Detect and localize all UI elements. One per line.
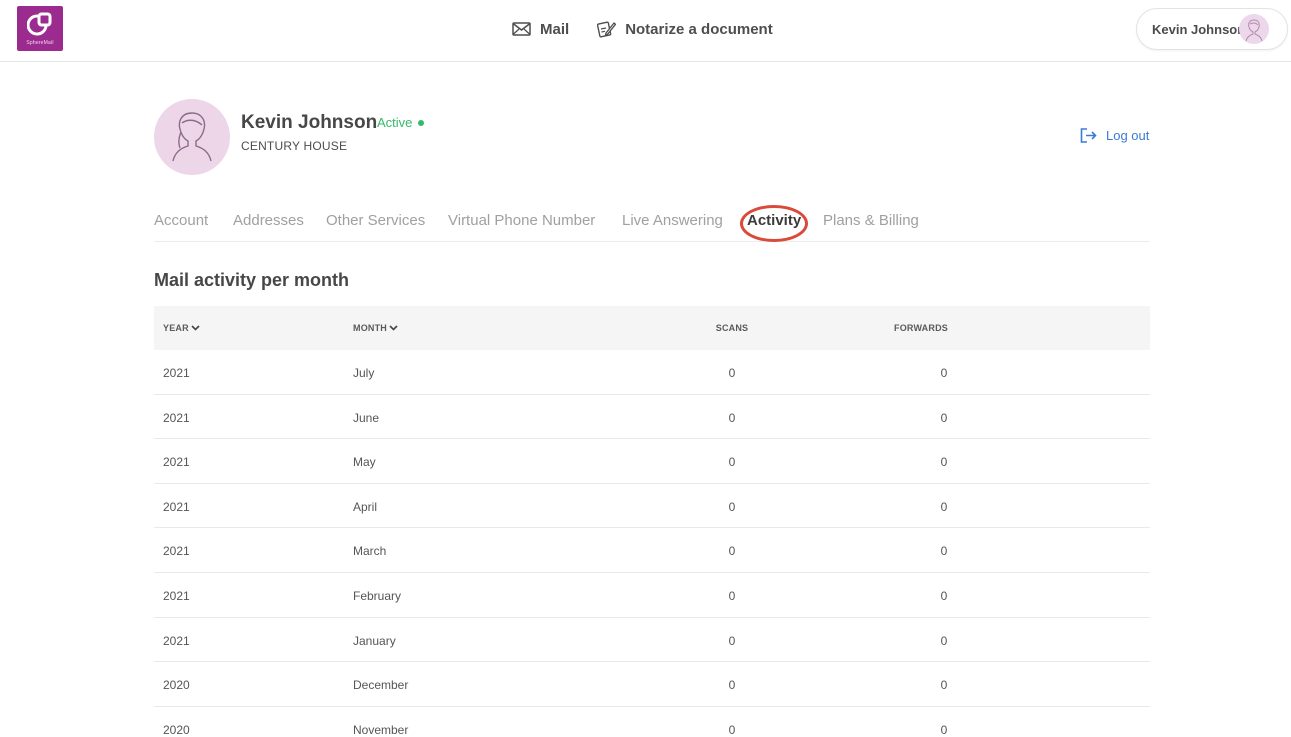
tab-live-answering[interactable]: Live Answering — [622, 212, 723, 229]
tab-account[interactable]: Account — [154, 212, 208, 229]
user-menu-button[interactable]: Kevin Johnson — [1136, 8, 1288, 50]
cell-forwards: 0 — [940, 588, 948, 603]
nav-notarize[interactable]: Notarize a document — [597, 20, 773, 38]
table-row: 2021 April 0 0 — [154, 484, 1150, 529]
cell-year: 2020 — [163, 722, 190, 737]
cell-year: 2021 — [163, 499, 190, 514]
chevron-down-icon — [389, 325, 398, 331]
cell-month: April — [353, 499, 378, 514]
logo-mark-icon — [27, 12, 52, 36]
tab-plans-billing[interactable]: Plans & Billing — [823, 212, 919, 229]
user-menu-name: Kevin Johnson — [1152, 22, 1246, 37]
cell-month: January — [353, 633, 396, 648]
cell-scans: 0 — [728, 588, 736, 603]
cell-month: November — [353, 722, 409, 737]
table-row: 2021 February 0 0 — [154, 573, 1150, 618]
cell-forwards: 0 — [940, 633, 948, 648]
table-row: 2021 June 0 0 — [154, 395, 1150, 440]
cell-forwards: 0 — [940, 544, 948, 559]
cell-year: 2021 — [163, 455, 190, 470]
logout-label: Log out — [1106, 128, 1150, 143]
cell-month: December — [353, 678, 409, 693]
status-dot-icon — [418, 119, 425, 126]
cell-scans: 0 — [728, 633, 736, 648]
cell-forwards: 0 — [940, 410, 948, 425]
cell-scans: 0 — [728, 455, 736, 470]
column-header-year-label: YEAR — [163, 323, 189, 333]
logout-button[interactable]: Log out — [1080, 128, 1149, 143]
cell-year: 2021 — [163, 544, 190, 559]
logo-wordmark: SphereMail — [26, 40, 54, 46]
column-header-forwards: FORWARDS — [894, 323, 948, 333]
top-navigation: Mail Notarize a document — [512, 18, 773, 40]
nav-mail[interactable]: Mail — [512, 21, 569, 38]
column-header-month[interactable]: MONTH — [353, 323, 398, 333]
table-row: 2021 January 0 0 — [154, 618, 1150, 663]
cell-scans: 0 — [728, 678, 736, 693]
top-bar: SphereMail Mail Notarize a document Kevi… — [0, 0, 1291, 62]
cell-scans: 0 — [728, 544, 736, 559]
tab-virtual-phone-number[interactable]: Virtual Phone Number — [448, 212, 595, 229]
cell-forwards: 0 — [940, 366, 948, 380]
tab-addresses[interactable]: Addresses — [233, 212, 304, 229]
tab-activity[interactable]: Activity — [747, 212, 801, 229]
activity-table: YEAR MONTH SCANS FORWARDS 2021 July 0 0 2021… — [154, 306, 1150, 737]
profile-company: CENTURY HOUSE — [241, 139, 348, 153]
cell-year: 2020 — [163, 678, 190, 693]
cell-scans: 0 — [728, 499, 736, 514]
cell-forwards: 0 — [940, 499, 948, 514]
table-row: 2021 March 0 0 — [154, 528, 1150, 573]
envelope-icon — [512, 22, 531, 36]
logout-icon — [1080, 128, 1097, 143]
tab-other-services[interactable]: Other Services — [326, 212, 425, 229]
user-silhouette-icon — [172, 112, 212, 162]
table-row: 2020 December 0 0 — [154, 662, 1150, 707]
table-row: 2021 July 0 0 — [154, 350, 1150, 395]
cell-month: July — [353, 366, 375, 380]
section-title: Mail activity per month — [154, 270, 350, 290]
table-body: 2021 July 0 0 2021 June 0 0 2021 May 0 0 2021 April 0 0… — [154, 350, 1150, 737]
cell-year: 2021 — [163, 588, 190, 603]
cell-year: 2021 — [163, 633, 190, 648]
nav-notarize-label: Notarize a document — [625, 20, 773, 38]
cell-forwards: 0 — [940, 678, 948, 693]
cell-scans: 0 — [728, 722, 736, 737]
cell-year: 2021 — [163, 410, 190, 425]
cell-scans: 0 — [728, 366, 736, 380]
table-row: 2020 November 0 0 — [154, 707, 1150, 737]
nav-mail-label: Mail — [540, 20, 570, 38]
avatar — [1239, 14, 1269, 44]
cell-forwards: 0 — [940, 722, 948, 737]
cell-month: May — [353, 455, 376, 470]
user-silhouette-icon — [1245, 19, 1263, 42]
status-label: Active — [377, 115, 413, 130]
column-header-year[interactable]: YEAR — [163, 323, 200, 333]
column-header-scans: SCANS — [715, 323, 749, 333]
cell-month: February — [353, 588, 402, 603]
cell-forwards: 0 — [940, 455, 948, 470]
profile-name: Kevin Johnson — [241, 112, 378, 133]
table-header: YEAR MONTH SCANS FORWARDS — [154, 306, 1150, 350]
table-row: 2021 May 0 0 — [154, 439, 1150, 484]
cell-year: 2021 — [163, 366, 190, 380]
spheremail-logo[interactable]: SphereMail — [17, 6, 63, 51]
status-badge: Active — [377, 115, 425, 130]
cell-month: March — [353, 544, 387, 559]
notarize-pen-icon — [597, 21, 617, 38]
cell-month: June — [353, 410, 380, 425]
profile-tabs: Account Addresses Other Services Virtual… — [154, 212, 1150, 242]
cell-scans: 0 — [728, 410, 736, 425]
column-header-month-label: MONTH — [353, 323, 387, 333]
profile-avatar — [154, 99, 230, 175]
chevron-down-icon — [191, 325, 200, 331]
